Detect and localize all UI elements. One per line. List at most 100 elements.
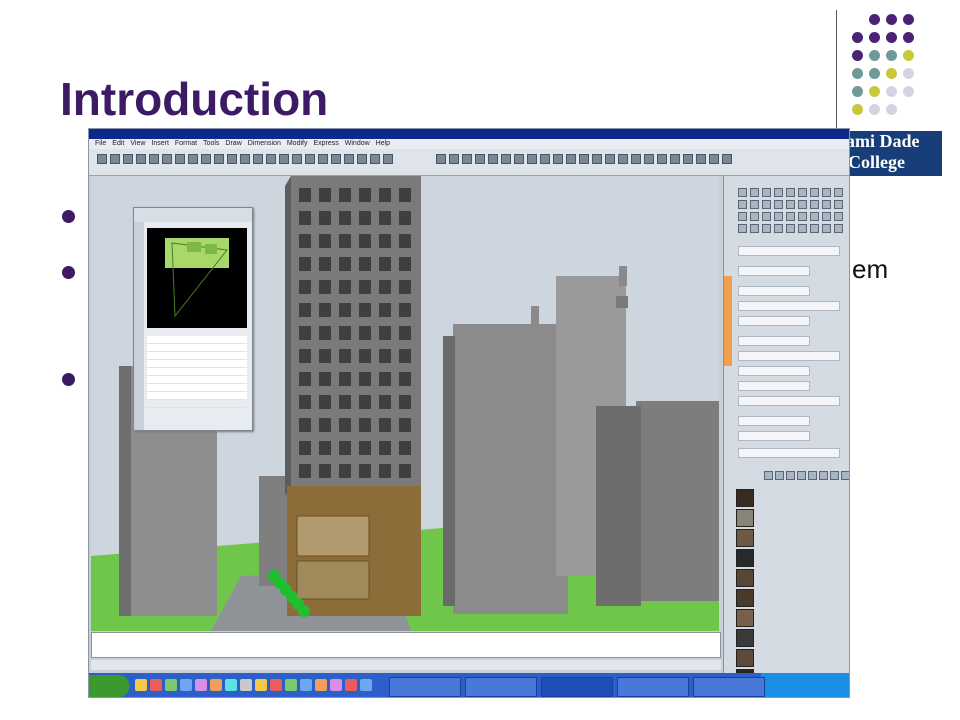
toolbar-button[interactable] [123, 154, 133, 164]
toolbar-button[interactable] [514, 154, 524, 164]
toolbar-button[interactable] [527, 154, 537, 164]
toolbar-button[interactable] [383, 154, 393, 164]
taskbar-window-button[interactable] [541, 677, 613, 697]
toolbar-button[interactable] [279, 154, 289, 164]
taskbar-window-button[interactable] [693, 677, 765, 697]
property-row[interactable] [147, 344, 247, 352]
toolbar-button[interactable] [214, 154, 224, 164]
tool-icon[interactable] [797, 471, 806, 480]
tool-icon[interactable] [834, 200, 843, 209]
tool-icon[interactable] [738, 224, 747, 233]
quick-launch-icon[interactable] [270, 679, 282, 691]
tool-icon[interactable] [830, 471, 839, 480]
material-swatch[interactable] [736, 508, 846, 527]
menu-item[interactable]: Help [376, 140, 390, 147]
menu-item[interactable]: Format [175, 140, 197, 147]
quick-launch-icon[interactable] [210, 679, 222, 691]
property-row[interactable] [147, 392, 247, 400]
toolbar-button[interactable] [201, 154, 211, 164]
tool-icon[interactable] [798, 188, 807, 197]
panel-field[interactable] [738, 336, 810, 346]
tool-icon[interactable] [762, 200, 771, 209]
menu-item[interactable]: Draw [225, 140, 241, 147]
tool-icon[interactable] [810, 200, 819, 209]
quick-launch-icon[interactable] [240, 679, 252, 691]
menu-item[interactable]: Dimension [248, 140, 281, 147]
toolbar-button[interactable] [592, 154, 602, 164]
taskbar-window-button[interactable] [617, 677, 689, 697]
tool-icon[interactable] [738, 188, 747, 197]
material-swatch[interactable] [736, 488, 846, 507]
panel-field[interactable] [738, 316, 810, 326]
taskbar-window-button[interactable] [465, 677, 537, 697]
property-row[interactable] [147, 352, 247, 360]
quick-launch-icon[interactable] [165, 679, 177, 691]
menu-item[interactable]: View [130, 140, 145, 147]
tool-icon[interactable] [750, 188, 759, 197]
toolbar-button[interactable] [370, 154, 380, 164]
tool-icon[interactable] [798, 224, 807, 233]
tool-icon[interactable] [738, 200, 747, 209]
toolbar-button[interactable] [475, 154, 485, 164]
toolbar-button[interactable] [344, 154, 354, 164]
toolbar-button[interactable] [631, 154, 641, 164]
menu-item[interactable]: Insert [151, 140, 169, 147]
tool-icon[interactable] [786, 212, 795, 221]
command-line[interactable] [91, 632, 721, 658]
property-row[interactable] [147, 376, 247, 384]
panel-field[interactable] [738, 301, 840, 311]
material-swatch[interactable] [736, 568, 846, 587]
panel-field[interactable] [738, 431, 810, 441]
menu-item[interactable]: Edit [112, 140, 124, 147]
toolbar-button[interactable] [683, 154, 693, 164]
tool-icon[interactable] [764, 471, 773, 480]
toolbar-button[interactable] [644, 154, 654, 164]
material-swatch[interactable] [736, 528, 846, 547]
tool-icon[interactable] [774, 200, 783, 209]
toolbar-button[interactable] [670, 154, 680, 164]
tool-icon[interactable] [750, 224, 759, 233]
material-swatch[interactable] [736, 628, 846, 647]
tool-icon[interactable] [738, 212, 747, 221]
toolbar-button[interactable] [305, 154, 315, 164]
navigation-palette[interactable] [133, 207, 253, 431]
start-button[interactable] [89, 675, 129, 697]
toolbar-button[interactable] [227, 154, 237, 164]
tool-icon[interactable] [786, 188, 795, 197]
tool-icon[interactable] [786, 200, 795, 209]
panel-field[interactable] [738, 246, 840, 256]
toolbar-button[interactable] [618, 154, 628, 164]
tool-icon[interactable] [762, 212, 771, 221]
toolbar-button[interactable] [110, 154, 120, 164]
toolbar-button[interactable] [253, 154, 263, 164]
property-row[interactable] [147, 384, 247, 392]
panel-field[interactable] [738, 351, 840, 361]
tool-icon[interactable] [810, 212, 819, 221]
tool-icon[interactable] [819, 471, 828, 480]
material-swatch[interactable] [736, 548, 846, 567]
property-row[interactable] [147, 400, 247, 408]
tool-icon[interactable] [774, 188, 783, 197]
quick-launch-icon[interactable] [345, 679, 357, 691]
taskbar-window-button[interactable] [389, 677, 461, 697]
toolbar-button[interactable] [449, 154, 459, 164]
toolbar-button[interactable] [136, 154, 146, 164]
quick-launch-icon[interactable] [300, 679, 312, 691]
toolbar-button[interactable] [149, 154, 159, 164]
panel-field[interactable] [738, 381, 810, 391]
quick-launch-icon[interactable] [195, 679, 207, 691]
toolbar-button[interactable] [501, 154, 511, 164]
tool-icon[interactable] [834, 224, 843, 233]
tool-icon[interactable] [822, 188, 831, 197]
tool-icon[interactable] [798, 212, 807, 221]
tool-icon[interactable] [762, 188, 771, 197]
tool-icon[interactable] [774, 224, 783, 233]
quick-launch-icon[interactable] [255, 679, 267, 691]
panel-field[interactable] [738, 448, 840, 458]
quick-launch-icon[interactable] [135, 679, 147, 691]
tool-icon[interactable] [822, 212, 831, 221]
panel-tab[interactable] [724, 276, 732, 366]
toolbar-button[interactable] [240, 154, 250, 164]
toolbar-button[interactable] [709, 154, 719, 164]
panel-field[interactable] [738, 286, 810, 296]
